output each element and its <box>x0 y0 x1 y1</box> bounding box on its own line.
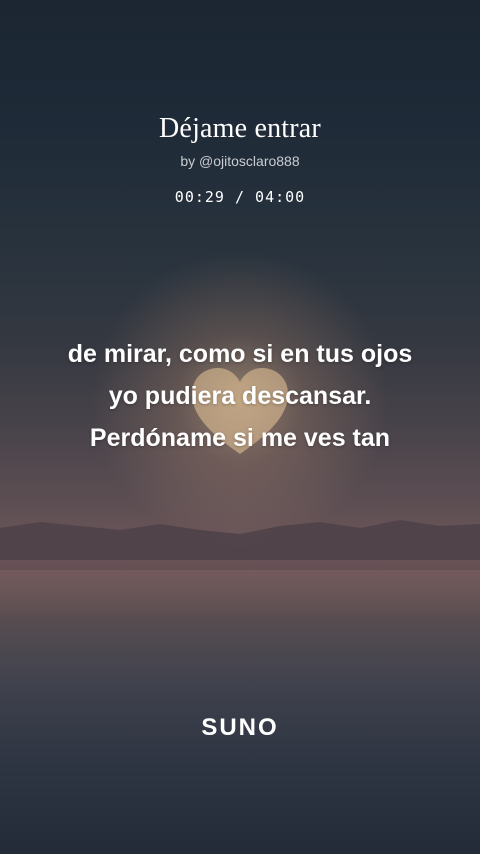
song-artist: by @ojitosclaro888 <box>180 153 300 169</box>
playback-time: 00:29 / 04:00 <box>174 188 306 206</box>
lyric-line: yo pudiera descansar. <box>108 382 372 410</box>
water-horizon <box>0 560 480 620</box>
lyric-line: Perdóname si me ves tan <box>89 424 391 452</box>
lyric-line: de mirar, como si en tus ojos <box>67 340 413 368</box>
song-title: Déjame entrar <box>159 113 321 144</box>
lyrics-block: de mirar, como si en tus ojos yo pudiera… <box>20 333 460 459</box>
suno-logo: SUNO <box>201 714 279 741</box>
song-header: Déjame entrar by @ojitosclaro888 00:29 /… <box>0 112 480 206</box>
